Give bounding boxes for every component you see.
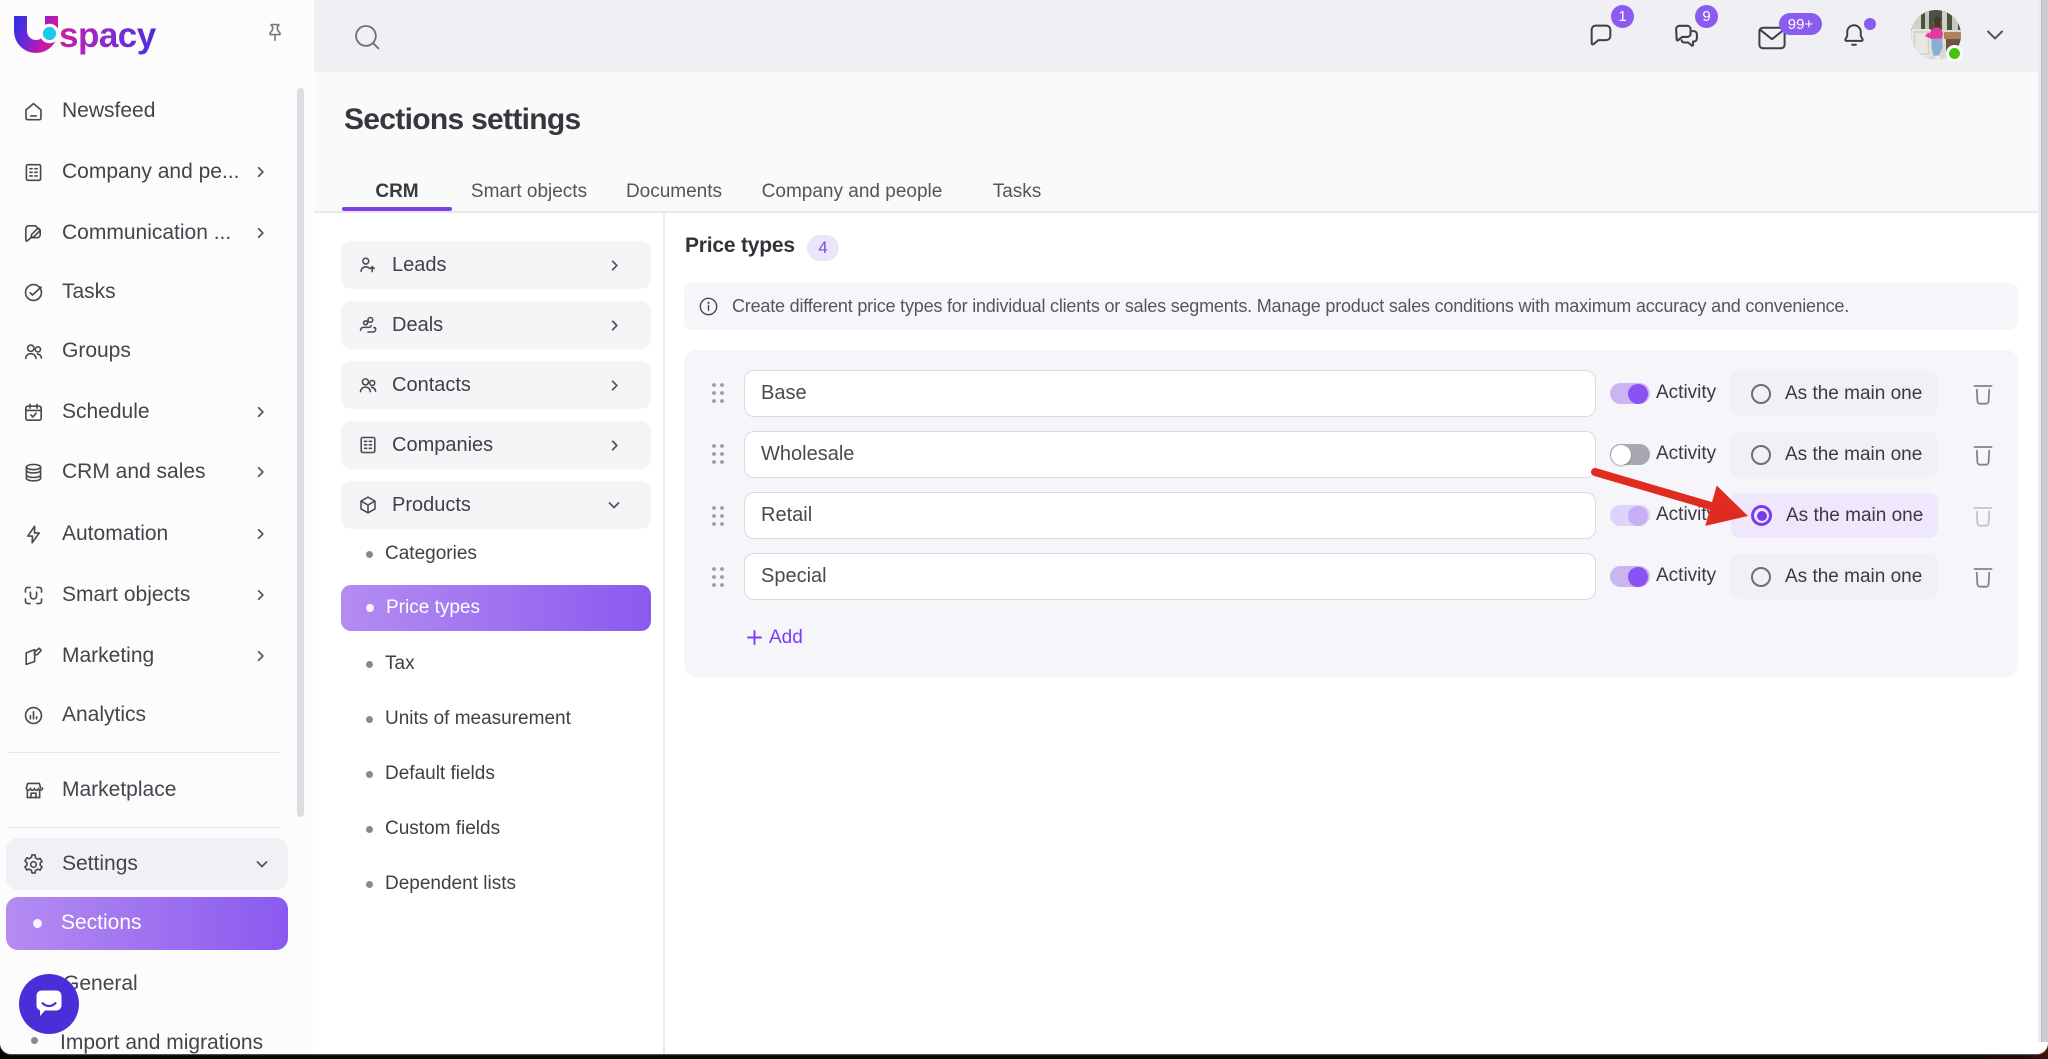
svg-text:spacy: spacy <box>59 16 157 55</box>
